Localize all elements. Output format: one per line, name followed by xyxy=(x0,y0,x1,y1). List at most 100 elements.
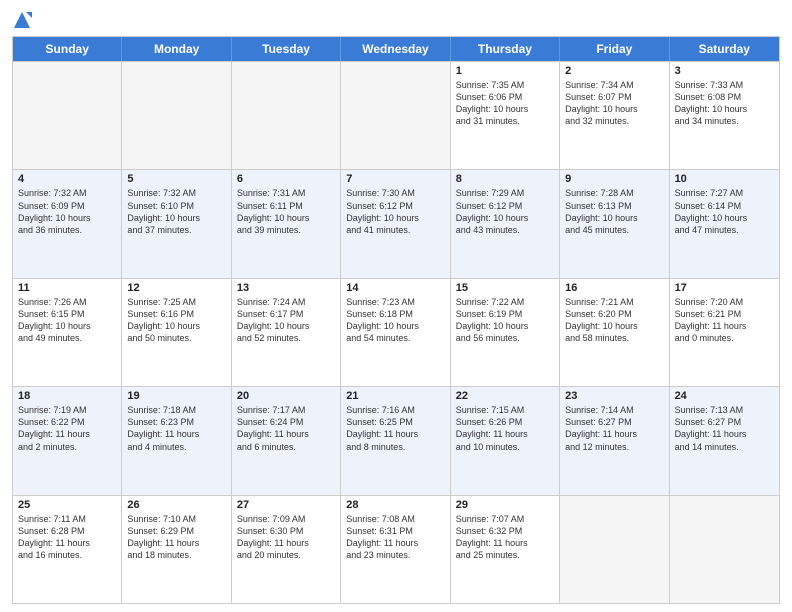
day-info: Sunrise: 7:16 AM Sunset: 6:25 PM Dayligh… xyxy=(346,404,444,453)
calendar-day-cell: 10 Sunrise: 7:27 AM Sunset: 6:14 PM Dayli… xyxy=(670,170,779,277)
day-info: Sunrise: 7:24 AM Sunset: 6:17 PM Dayligh… xyxy=(237,296,335,345)
day-info: Sunrise: 7:28 AM Sunset: 6:13 PM Dayligh… xyxy=(565,187,663,236)
day-info: Sunrise: 7:10 AM Sunset: 6:29 PM Dayligh… xyxy=(127,513,225,562)
calendar-day-cell: 12 Sunrise: 7:25 AM Sunset: 6:16 PM Dayli… xyxy=(122,279,231,386)
calendar-empty-cell xyxy=(13,62,122,169)
day-number: 8 xyxy=(456,173,554,185)
day-info: Sunrise: 7:35 AM Sunset: 6:06 PM Dayligh… xyxy=(456,79,554,128)
calendar-day-cell: 20 Sunrise: 7:17 AM Sunset: 6:24 PM Dayli… xyxy=(232,387,341,494)
day-info: Sunrise: 7:21 AM Sunset: 6:20 PM Dayligh… xyxy=(565,296,663,345)
calendar-day-cell: 18 Sunrise: 7:19 AM Sunset: 6:22 PM Dayli… xyxy=(13,387,122,494)
calendar-empty-cell xyxy=(232,62,341,169)
calendar-day-cell: 5 Sunrise: 7:32 AM Sunset: 6:10 PM Daylig… xyxy=(122,170,231,277)
day-info: Sunrise: 7:14 AM Sunset: 6:27 PM Dayligh… xyxy=(565,404,663,453)
calendar-day-cell: 26 Sunrise: 7:10 AM Sunset: 6:29 PM Dayli… xyxy=(122,496,231,603)
calendar-day-cell: 7 Sunrise: 7:30 AM Sunset: 6:12 PM Daylig… xyxy=(341,170,450,277)
day-number: 14 xyxy=(346,282,444,294)
day-number: 27 xyxy=(237,499,335,511)
calendar-week: 1 Sunrise: 7:35 AM Sunset: 6:06 PM Daylig… xyxy=(13,61,779,169)
calendar-body: 1 Sunrise: 7:35 AM Sunset: 6:06 PM Daylig… xyxy=(13,61,779,603)
day-number: 11 xyxy=(18,282,116,294)
day-info: Sunrise: 7:08 AM Sunset: 6:31 PM Dayligh… xyxy=(346,513,444,562)
day-number: 24 xyxy=(675,390,774,402)
calendar-header-cell: Sunday xyxy=(13,37,122,61)
calendar-day-cell: 2 Sunrise: 7:34 AM Sunset: 6:07 PM Daylig… xyxy=(560,62,669,169)
day-number: 25 xyxy=(18,499,116,511)
day-info: Sunrise: 7:27 AM Sunset: 6:14 PM Dayligh… xyxy=(675,187,774,236)
calendar-empty-cell xyxy=(122,62,231,169)
day-info: Sunrise: 7:18 AM Sunset: 6:23 PM Dayligh… xyxy=(127,404,225,453)
calendar-day-cell: 15Sunrise: 7:22 AM Sunset: 6:19 PM Dayli… xyxy=(451,279,560,386)
day-info: Sunrise: 7:13 AM Sunset: 6:27 PM Dayligh… xyxy=(675,404,774,453)
calendar-day-cell: 8 Sunrise: 7:29 AM Sunset: 6:12 PM Daylig… xyxy=(451,170,560,277)
day-number: 10 xyxy=(675,173,774,185)
day-info: Sunrise: 7:26 AM Sunset: 6:15 PM Dayligh… xyxy=(18,296,116,345)
day-info: Sunrise: 7:20 AM Sunset: 6:21 PM Dayligh… xyxy=(675,296,774,345)
day-number: 18 xyxy=(18,390,116,402)
calendar-day-cell: 3 Sunrise: 7:33 AM Sunset: 6:08 PM Daylig… xyxy=(670,62,779,169)
day-info: Sunrise: 7:07 AM Sunset: 6:32 PM Dayligh… xyxy=(456,513,554,562)
calendar-week: 11 Sunrise: 7:26 AM Sunset: 6:15 PM Dayli… xyxy=(13,278,779,386)
day-number: 2 xyxy=(565,65,663,77)
day-info: Sunrise: 7:30 AM Sunset: 6:12 PM Dayligh… xyxy=(346,187,444,236)
day-info: Sunrise: 7:15 AM Sunset: 6:26 PM Dayligh… xyxy=(456,404,554,453)
calendar-day-cell: 4 Sunrise: 7:32 AM Sunset: 6:09 PM Daylig… xyxy=(13,170,122,277)
day-number: 20 xyxy=(237,390,335,402)
day-number: 7 xyxy=(346,173,444,185)
day-number: 23 xyxy=(565,390,663,402)
day-info: Sunrise: 7:31 AM Sunset: 6:11 PM Dayligh… xyxy=(237,187,335,236)
day-info: Sunrise: 7:32 AM Sunset: 6:10 PM Dayligh… xyxy=(127,187,225,236)
day-info: Sunrise: 7:11 AM Sunset: 6:28 PM Dayligh… xyxy=(18,513,116,562)
page: SundayMondayTuesdayWednesdayThursdayFrid… xyxy=(0,0,792,612)
day-info: Sunrise: 7:22 AM Sunset: 6:19 PM Dayligh… xyxy=(456,296,554,345)
day-number: 17 xyxy=(675,282,774,294)
day-info: Sunrise: 7:23 AM Sunset: 6:18 PM Dayligh… xyxy=(346,296,444,345)
calendar-day-cell: 1 Sunrise: 7:35 AM Sunset: 6:06 PM Daylig… xyxy=(451,62,560,169)
day-info: Sunrise: 7:33 AM Sunset: 6:08 PM Dayligh… xyxy=(675,79,774,128)
calendar-day-cell: 27 Sunrise: 7:09 AM Sunset: 6:30 PM Dayli… xyxy=(232,496,341,603)
day-number: 29 xyxy=(456,499,554,511)
day-number: 12 xyxy=(127,282,225,294)
day-number: 16 xyxy=(565,282,663,294)
calendar-day-cell: 11 Sunrise: 7:26 AM Sunset: 6:15 PM Dayli… xyxy=(13,279,122,386)
day-number: 21 xyxy=(346,390,444,402)
day-info: Sunrise: 7:25 AM Sunset: 6:16 PM Dayligh… xyxy=(127,296,225,345)
day-number: 26 xyxy=(127,499,225,511)
day-info: Sunrise: 7:19 AM Sunset: 6:22 PM Dayligh… xyxy=(18,404,116,453)
calendar-week: 4 Sunrise: 7:32 AM Sunset: 6:09 PM Daylig… xyxy=(13,169,779,277)
logo xyxy=(12,10,36,30)
calendar-day-cell: 22Sunrise: 7:15 AM Sunset: 6:26 PM Dayli… xyxy=(451,387,560,494)
day-number: 4 xyxy=(18,173,116,185)
calendar: SundayMondayTuesdayWednesdayThursdayFrid… xyxy=(12,36,780,604)
day-info: Sunrise: 7:29 AM Sunset: 6:12 PM Dayligh… xyxy=(456,187,554,236)
calendar-header-cell: Thursday xyxy=(451,37,560,61)
day-number: 19 xyxy=(127,390,225,402)
header xyxy=(12,10,780,30)
day-number: 13 xyxy=(237,282,335,294)
calendar-day-cell: 19 Sunrise: 7:18 AM Sunset: 6:23 PM Dayli… xyxy=(122,387,231,494)
day-info: Sunrise: 7:34 AM Sunset: 6:07 PM Dayligh… xyxy=(565,79,663,128)
calendar-day-cell: 21 Sunrise: 7:16 AM Sunset: 6:25 PM Dayli… xyxy=(341,387,450,494)
calendar-header-cell: Monday xyxy=(122,37,231,61)
calendar-empty-cell xyxy=(560,496,669,603)
calendar-day-cell: 17 Sunrise: 7:20 AM Sunset: 6:21 PM Dayli… xyxy=(670,279,779,386)
calendar-header-cell: Friday xyxy=(560,37,669,61)
day-info: Sunrise: 7:09 AM Sunset: 6:30 PM Dayligh… xyxy=(237,513,335,562)
day-info: Sunrise: 7:32 AM Sunset: 6:09 PM Dayligh… xyxy=(18,187,116,236)
calendar-day-cell: 29 Sunrise: 7:07 AM Sunset: 6:32 PM Dayli… xyxy=(451,496,560,603)
day-info: Sunrise: 7:17 AM Sunset: 6:24 PM Dayligh… xyxy=(237,404,335,453)
day-number: 3 xyxy=(675,65,774,77)
calendar-day-cell: 24 Sunrise: 7:13 AM Sunset: 6:27 PM Dayli… xyxy=(670,387,779,494)
day-number: 5 xyxy=(127,173,225,185)
calendar-header-row: SundayMondayTuesdayWednesdayThursdayFrid… xyxy=(13,37,779,61)
calendar-day-cell: 16 Sunrise: 7:21 AM Sunset: 6:20 PM Dayli… xyxy=(560,279,669,386)
day-number: 28 xyxy=(346,499,444,511)
calendar-week: 18 Sunrise: 7:19 AM Sunset: 6:22 PM Dayli… xyxy=(13,386,779,494)
calendar-day-cell: 28 Sunrise: 7:08 AM Sunset: 6:31 PM Dayli… xyxy=(341,496,450,603)
day-number: 9 xyxy=(565,173,663,185)
calendar-empty-cell xyxy=(341,62,450,169)
calendar-header-cell: Wednesday xyxy=(341,37,450,61)
day-number: 1 xyxy=(456,65,554,77)
calendar-header-cell: Tuesday xyxy=(232,37,341,61)
logo-icon xyxy=(12,10,32,30)
